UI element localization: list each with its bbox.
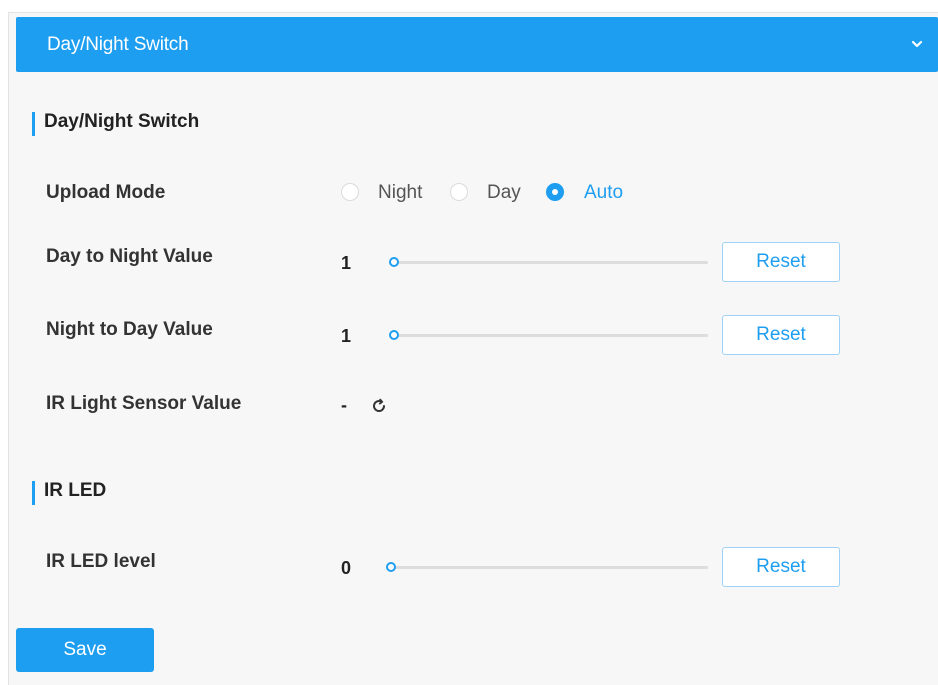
radio-night-label[interactable]: Night [378,182,422,204]
refresh-icon[interactable] [371,398,387,414]
ir-sensor-value: - [341,395,347,415]
night-to-day-value: 1 [341,326,352,346]
day-to-night-label: Day to Night Value [46,246,213,267]
slider-track [390,334,708,337]
day-to-night-reset-button[interactable]: Reset [722,242,840,282]
radio-night[interactable] [341,183,359,201]
day-to-night-slider[interactable] [386,255,708,269]
section-accent-bar [32,481,35,505]
ir-led-level-slider[interactable] [386,560,708,574]
section-accent-bar [32,112,35,136]
chevron-down-icon[interactable] [910,37,924,51]
upload-mode-label: Upload Mode [46,182,166,203]
ir-led-level-reset-button[interactable]: Reset [722,547,840,587]
night-to-day-reset-button[interactable]: Reset [722,315,840,355]
header-title: Day/Night Switch [47,34,189,55]
section-title-text: Day/Night Switch [44,111,200,132]
day-to-night-value: 1 [341,253,352,273]
slider-thumb[interactable] [389,257,399,267]
radio-auto-label[interactable]: Auto [584,182,623,204]
slider-thumb[interactable] [386,562,396,572]
section-title-ir-led: IR LED [32,480,107,505]
radio-day-label[interactable]: Day [487,182,521,204]
night-to-day-label: Night to Day Value [46,319,213,340]
radio-auto[interactable] [546,183,564,201]
ir-sensor-label: IR Light Sensor Value [46,393,242,414]
section-header-bar[interactable]: Day/Night Switch [16,17,938,72]
slider-track [390,566,708,569]
ir-led-level-value: 0 [341,558,352,578]
radio-day[interactable] [450,183,468,201]
slider-track [390,261,708,264]
section-title-day-night: Day/Night Switch [32,111,200,136]
slider-thumb[interactable] [389,330,399,340]
section-title-text: IR LED [44,480,107,501]
night-to-day-slider[interactable] [386,328,708,342]
save-button[interactable]: Save [16,628,154,672]
ir-led-level-label: IR LED level [46,551,156,572]
